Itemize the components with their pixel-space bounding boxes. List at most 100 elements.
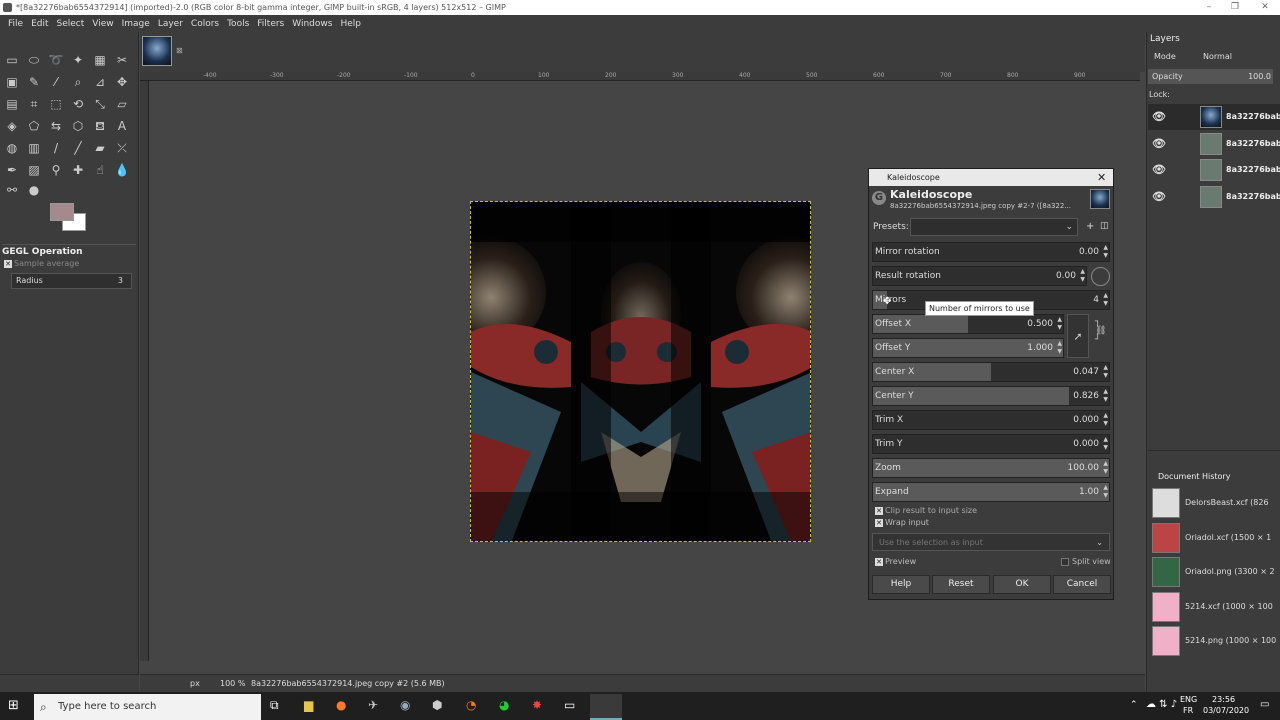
visibility-eye-icon[interactable]: 👁	[1152, 110, 1166, 123]
clock-date[interactable]: 03/07/2020	[1203, 706, 1249, 715]
center-y-slider[interactable]: Center Y 0.826 ▲ ▼	[872, 386, 1110, 406]
trim-x-slider[interactable]: Trim X 0.000 ▲ ▼	[872, 410, 1110, 430]
wrap-input-checkbox[interactable]: ✕	[875, 519, 883, 527]
gegl-tool-icon[interactable]: ●	[26, 182, 42, 198]
visibility-eye-icon[interactable]: 👁	[1152, 137, 1166, 150]
foreground-color-swatch[interactable]	[50, 203, 74, 221]
menu-windows[interactable]: Windows	[288, 19, 336, 29]
foreground-select-tool-icon[interactable]: ▣	[4, 74, 20, 90]
spin-arrows-icon[interactable]: ▲ ▼	[1103, 412, 1108, 428]
menu-edit[interactable]: Edit	[27, 19, 52, 29]
spin-arrows-icon[interactable]: ▲ ▼	[1057, 316, 1062, 332]
taskbar-search-input[interactable]: ⌕ Type here to search	[34, 694, 261, 720]
history-item[interactable]: 5214.xcf (1000 × 100	[1150, 590, 1280, 624]
history-item[interactable]: DelorsBeast.xcf (826	[1150, 486, 1280, 520]
spin-arrows-icon[interactable]: ▲ ▼	[1103, 460, 1108, 476]
close-window-button[interactable]: ✕	[1252, 0, 1278, 15]
rotation-dial-icon[interactable]	[1091, 267, 1110, 286]
pencil-tool-icon[interactable]: /	[48, 140, 64, 156]
cage-tool-icon[interactable]: ⬡	[70, 118, 86, 134]
spin-arrows-icon[interactable]: ▲ ▼	[1080, 268, 1085, 284]
offset-y-slider[interactable]: Offset Y 1.000 ▲ ▼	[872, 338, 1064, 358]
move-tool-icon[interactable]: ✥	[114, 74, 130, 90]
scale-tool-icon[interactable]: ⤡	[92, 96, 108, 112]
unit-select[interactable]: px	[190, 679, 200, 688]
app-icon[interactable]: ✈	[368, 698, 378, 712]
task-view-icon[interactable]: ⧉	[270, 698, 279, 713]
layer-row[interactable]: 👁 8a32276bab	[1148, 157, 1280, 183]
layers-action-bar[interactable]	[1148, 450, 1280, 466]
spin-arrows-icon[interactable]: ▲ ▼	[1103, 364, 1108, 380]
spin-arrows-icon[interactable]: ▲ ▼	[1103, 292, 1108, 308]
visibility-eye-icon[interactable]: 👁	[1152, 190, 1166, 203]
gimp-taskbar-button[interactable]	[590, 694, 622, 720]
vertical-ruler[interactable]	[140, 81, 149, 661]
zoom-select[interactable]: 100 %	[220, 679, 245, 688]
center-x-slider[interactable]: Center X 0.047 ▲ ▼	[872, 362, 1110, 382]
history-item[interactable]: Oriadol.xcf (1500 × 1	[1150, 521, 1280, 555]
layer-row[interactable]: 👁 8a32276bab	[1148, 131, 1280, 157]
spin-arrows-icon[interactable]: ▲ ▼	[1103, 388, 1108, 404]
paths-tool-icon[interactable]: ✎	[26, 74, 42, 90]
ok-button[interactable]: OK	[993, 575, 1051, 594]
reset-button[interactable]: Reset	[932, 575, 990, 594]
spin-arrows-icon[interactable]: ▲ ▼	[1103, 484, 1108, 500]
minimize-button[interactable]: –	[1196, 0, 1222, 15]
spin-arrows-icon[interactable]: ▲ ▼	[1057, 340, 1062, 356]
add-preset-icon[interactable]: +	[1086, 221, 1094, 232]
radius-field[interactable]: Radius 3	[11, 273, 132, 289]
heal-tool-icon[interactable]: ✚	[70, 162, 86, 178]
smudge-tool-icon[interactable]: ☝	[92, 162, 108, 178]
text-tool-icon[interactable]: A	[114, 118, 130, 134]
bucket-tool-icon[interactable]: ⛾	[92, 118, 108, 134]
red-app-icon[interactable]: ✸	[532, 698, 542, 712]
sample-average-checkbox[interactable]: ✕	[4, 260, 12, 268]
layer-row[interactable]: 👁 8a32276bab	[1148, 184, 1280, 210]
mirror-rotation-slider[interactable]: Mirror rotation 0.00 ▲ ▼	[872, 242, 1110, 262]
blur-tool-icon[interactable]: ⚯	[4, 182, 20, 198]
cancel-button[interactable]: Cancel	[1053, 575, 1111, 594]
visibility-eye-icon[interactable]: 👁	[1152, 163, 1166, 176]
image-tab-thumbnail[interactable]	[142, 36, 172, 66]
ellipse-select-tool-icon[interactable]: ⬭	[26, 52, 42, 68]
select-by-color-tool-icon[interactable]: ▦	[92, 52, 108, 68]
tray-icons[interactable]: ☁ ⇅ ♪	[1146, 699, 1177, 710]
dialog-close-icon[interactable]: ✕	[1097, 169, 1106, 186]
notification-icon[interactable]: ▭	[1260, 699, 1269, 710]
blender-icon[interactable]: ◔	[466, 698, 476, 712]
file-explorer-icon[interactable]: ▆	[304, 698, 313, 712]
layer-row[interactable]: 👁 8a32276bab	[1148, 104, 1280, 130]
lasso-tool-icon[interactable]: ➰	[48, 52, 64, 68]
unified-transform-tool-icon[interactable]: ⬚	[48, 96, 64, 112]
pick-coordinates-icon[interactable]: ➚	[1067, 314, 1089, 358]
menu-filters[interactable]: Filters	[253, 19, 288, 29]
menu-image[interactable]: Image	[118, 19, 154, 29]
align-tool-icon[interactable]: ▤	[4, 96, 20, 112]
green-app-icon[interactable]: ◕	[499, 698, 509, 712]
flip-tool-icon[interactable]: ⇆	[48, 118, 64, 134]
menu-view[interactable]: View	[88, 19, 117, 29]
scissors-tool-icon[interactable]: ✂	[114, 52, 130, 68]
menu-help[interactable]: Help	[336, 19, 365, 29]
menu-colors[interactable]: Colors	[187, 19, 223, 29]
shear-tool-icon[interactable]: ▱	[114, 96, 130, 112]
lang-region[interactable]: FR	[1183, 706, 1193, 715]
ink-tool-icon[interactable]: ✒	[4, 162, 20, 178]
history-item[interactable]: 5214.png (1000 × 100	[1150, 624, 1280, 658]
horizontal-ruler[interactable]: -400 -300 -200 -100 0 100 200 300 400 50…	[140, 72, 1140, 81]
menu-layer[interactable]: Layer	[154, 19, 187, 29]
history-item[interactable]: Oriadol.png (3300 × 2	[1150, 555, 1280, 589]
mypaint-tool-icon[interactable]: ▨	[26, 162, 42, 178]
split-view-checkbox[interactable]	[1061, 558, 1069, 566]
maximize-button[interactable]: ❐	[1222, 0, 1248, 15]
measure-tool-icon[interactable]: ⊿	[92, 74, 108, 90]
3d-app-icon[interactable]: ⬢	[432, 698, 442, 712]
preset-menu-icon[interactable]: ◫	[1100, 221, 1109, 231]
windows-start-icon[interactable]: ⊞	[8, 699, 22, 713]
paintbrush-tool-icon[interactable]: ╱	[70, 140, 86, 156]
trim-y-slider[interactable]: Trim Y 0.000 ▲ ▼	[872, 434, 1110, 454]
tray-chevron-icon[interactable]: ⌃	[1130, 700, 1138, 710]
fill-tool-icon[interactable]: ◍	[4, 140, 20, 156]
preview-checkbox[interactable]: ✕	[875, 558, 883, 566]
result-rotation-slider[interactable]: Result rotation 0.00 ▲ ▼	[872, 266, 1087, 286]
